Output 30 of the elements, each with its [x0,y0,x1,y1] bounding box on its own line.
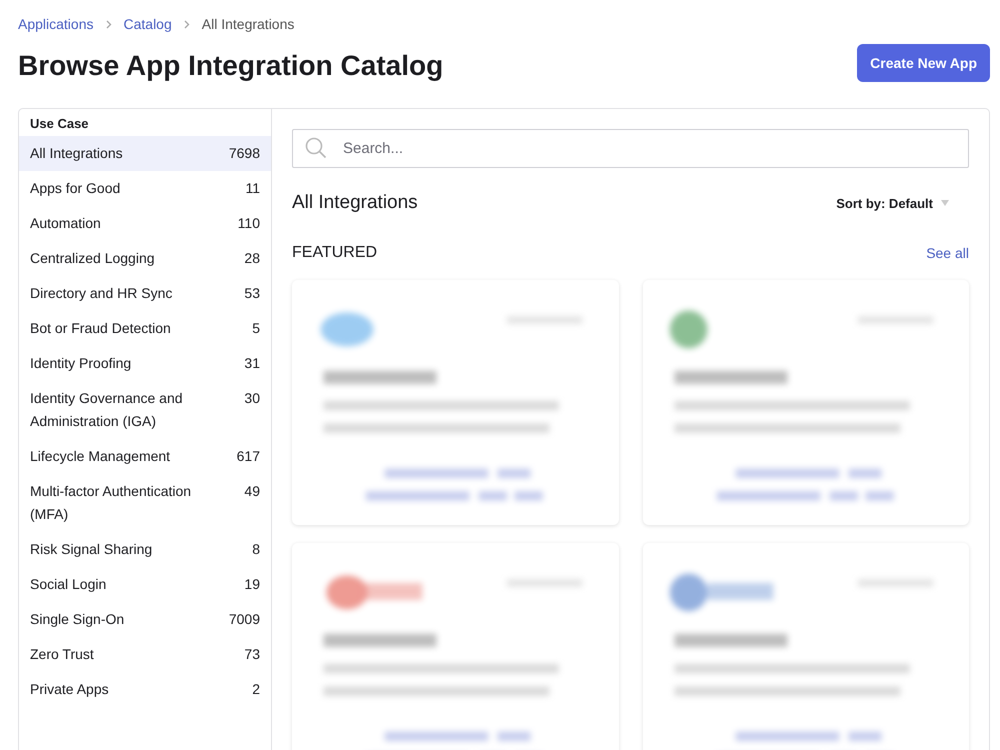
sidebar-item[interactable]: Bot or Fraud Detection 5 [19,311,271,346]
sidebar-item[interactable]: Identity Governance and Administration (IGA) 30 [19,381,271,439]
caret-icon [941,200,949,206]
see-all-link[interactable]: See all [926,245,969,261]
sidebar-item[interactable]: Centralized Logging 28 [19,241,271,276]
sidebar-item[interactable]: Multi-factor Authentication (MFA) 49 [19,474,271,532]
search-icon [305,137,327,159]
sidebar-item[interactable]: Directory and HR Sync 53 [19,276,271,311]
breadcrumb-link[interactable]: Catalog [124,16,172,32]
sidebar-item[interactable]: Private Apps 2 [19,672,271,707]
sidebar-item[interactable]: Social Login 19 [19,567,271,602]
sidebar-item[interactable]: All Integrations 7698 [19,136,271,171]
section-title: All Integrations [292,192,418,214]
sidebar-item[interactable]: Identity Proofing 31 [19,346,271,381]
search-field[interactable]: Search... [292,129,969,168]
page-title: Browse App Integration Catalog [18,50,444,82]
chevron-icon [184,20,190,28]
sidebar-heading: Use Case [29,115,90,133]
sort-dropdown[interactable]: Sort by: Default [836,196,949,210]
create-app-button[interactable]: Create New App [857,44,990,82]
sidebar-item[interactable]: Zero Trust 73 [19,637,271,672]
sidebar-item[interactable]: Risk Signal Sharing 8 [19,532,271,567]
breadcrumb-link[interactable]: Applications [18,16,94,32]
sidebar-item[interactable]: Single Sign-On 7009 [19,602,271,637]
chevron-icon [106,20,112,28]
sidebar-item[interactable]: Apps for Good 11 [19,171,271,206]
breadcrumb-current: All Integrations [202,16,294,32]
sidebar-item[interactable]: Automation 110 [19,206,271,241]
featured-heading: FEATURED [292,244,378,262]
sidebar-item[interactable]: Lifecycle Management 617 [19,439,271,474]
